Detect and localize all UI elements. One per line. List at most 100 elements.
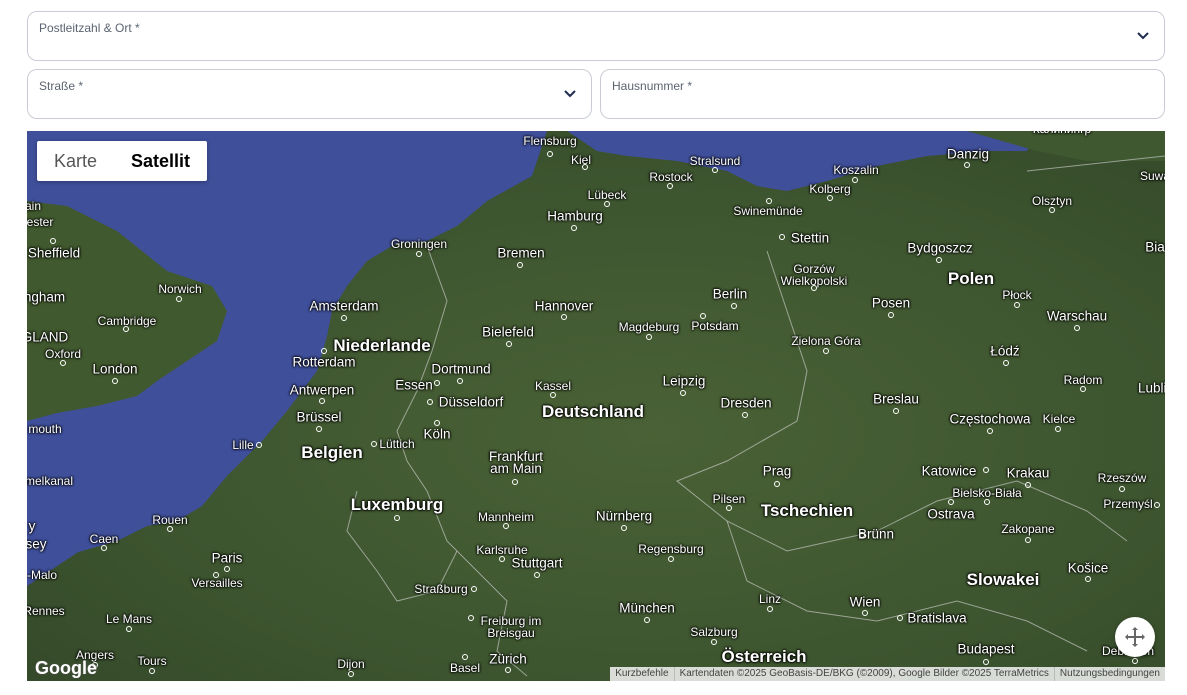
map-label-lille: Lille: [232, 438, 254, 452]
fullscreen-button[interactable]: [1115, 617, 1155, 657]
map-label-dresden: Dresden: [720, 395, 772, 411]
map-label-versailles: Versailles: [191, 576, 243, 590]
house-number-field[interactable]: Hausnummer *: [600, 69, 1165, 119]
map-label-posen: Posen: [871, 295, 911, 311]
map-label-tschechien: Tschechien: [760, 501, 854, 520]
city-marker-cambridge: [123, 326, 129, 332]
city-marker-duesseldorf: [427, 399, 433, 405]
city-marker-oxford: [60, 360, 66, 366]
map-label-deutschland: Deutschland: [541, 402, 645, 421]
map-label-dortmund: Dortmund: [431, 361, 491, 377]
map-label-bielefeld: Bielefeld: [482, 324, 534, 340]
map-label-warschau: Warschau: [1046, 308, 1108, 324]
map-label-slowakei: Slowakei: [966, 570, 1040, 589]
city-marker-strassburg: [471, 586, 477, 592]
city-marker-basel: [462, 654, 468, 660]
fullscreen-icon: [1125, 627, 1145, 647]
map-label-kosice: Košice: [1067, 560, 1109, 576]
city-marker-stralsund: [712, 167, 718, 173]
city-marker-essen: [434, 380, 440, 386]
map-label-mannheim: Mannheim: [477, 510, 535, 524]
map-label-stuttgart: Stuttgart: [511, 555, 563, 571]
chevron-down-icon[interactable]: [563, 89, 577, 99]
city-marker-regensburg: [668, 556, 674, 562]
map[interactable]: Karte Satellit Flensburg Kiel Stralsund Kos…: [27, 131, 1165, 681]
city-marker-hamburg: [571, 225, 577, 231]
map-label-y: y: [28, 518, 36, 534]
map-label-kaliningrad: Калинингр: [1033, 131, 1091, 136]
map-label-bratislava: Bratislava: [907, 610, 967, 626]
map-label-ostrava: Ostrava: [927, 506, 975, 522]
city-marker-versailles: [213, 572, 219, 578]
map-label-rostock: Rostock: [649, 170, 693, 184]
map-label-antwerpen: Antwerpen: [289, 382, 355, 398]
map-label-luettich: Lüttich: [379, 437, 415, 451]
map-label-london: London: [92, 361, 138, 377]
map-label-regensburg: Regensburg: [638, 542, 704, 556]
postal-city-field[interactable]: Postleitzahl & Ort *: [27, 11, 1165, 61]
city-marker-kielce: [1055, 426, 1061, 432]
terms-link[interactable]: Nutzungsbedingungen: [1053, 667, 1165, 681]
map-label-kielce: Kielce: [1042, 412, 1076, 426]
city-marker-salzburg: [711, 639, 717, 645]
google-logo: Google: [35, 658, 97, 678]
map-label-radom: Radom: [1063, 373, 1103, 387]
map-label-mouth: mouth: [28, 422, 62, 436]
city-marker-bruenn: [859, 532, 865, 538]
city-marker-dresden: [742, 412, 748, 418]
city-marker-koeln: [434, 420, 440, 426]
map-label-kiel: Kiel: [570, 153, 592, 167]
postal-city-label: Postleitzahl & Ort *: [39, 21, 140, 35]
map-label-leipzig: Leipzig: [662, 373, 706, 389]
city-marker-rouen: [167, 526, 173, 532]
keyboard-shortcuts-link[interactable]: Kurzbefehle: [610, 667, 673, 681]
map-type-karte-button[interactable]: Karte: [37, 141, 114, 181]
city-marker-zakopane: [1025, 537, 1031, 543]
city-marker-paris: [224, 566, 230, 572]
map-label-budapest: Budapest: [957, 641, 1015, 657]
city-marker-debrecen: [1132, 658, 1138, 664]
map-label-melkanal: melkanal: [27, 474, 74, 488]
map-type-satellit-button[interactable]: Satellit: [114, 141, 207, 181]
city-marker-gorzow: [811, 285, 817, 291]
map-label-niederlande: Niederlande: [333, 336, 431, 355]
city-marker-stettin: [779, 234, 785, 240]
map-label-katowice: Katowice: [921, 463, 977, 479]
city-marker-mannheim: [503, 523, 509, 529]
map-label-malo: -Malo: [27, 568, 58, 582]
map-label-lemans: Le Mans: [105, 612, 153, 626]
city-marker-lemans: [126, 626, 132, 632]
map-label-koszalin: Koszalin: [833, 163, 879, 177]
street-input[interactable]: [39, 93, 551, 111]
street-field[interactable]: Straße *: [27, 69, 592, 119]
map-label-krakau: Krakau: [1006, 465, 1050, 481]
map-label-norwich: Norwich: [158, 282, 202, 296]
map-label-ester: ester: [27, 215, 54, 229]
map-label-caen: Caen: [89, 532, 119, 546]
map-label-stettin: Stettin: [790, 230, 830, 246]
map-label-duesseldorf: Düsseldorf: [438, 394, 504, 410]
city-marker-olsztyn: [1049, 207, 1055, 213]
city-marker-stuttgart: [534, 572, 540, 578]
map-label-paris: Paris: [211, 550, 243, 566]
map-label-rzeszow: Rzeszów: [1097, 471, 1147, 485]
map-label-rouen: Rouen: [152, 513, 188, 527]
city-marker-kassel: [550, 392, 556, 398]
map-label-muenchen: München: [619, 600, 675, 616]
house-number-label: Hausnummer *: [612, 79, 693, 93]
map-label-rennes: Rennes: [27, 604, 65, 618]
map-label-ain: ain: [27, 199, 42, 213]
city-marker-plock: [1014, 302, 1020, 308]
house-number-input[interactable]: [612, 93, 1124, 111]
map-label-ingham: ingham: [27, 289, 66, 305]
map-label-zuerich: Zürich: [489, 651, 527, 667]
city-marker-bruessel: [316, 426, 322, 432]
city-marker-budapest: [983, 659, 989, 665]
city-marker-bremen: [517, 262, 523, 268]
postal-city-input[interactable]: [39, 35, 1124, 53]
chevron-down-icon[interactable]: [1136, 31, 1150, 41]
map-label-essen: Essen: [395, 377, 433, 393]
map-label-zakopane: Zakopane: [1001, 522, 1055, 536]
map-label-frankfurt: Frankfurt am Main: [488, 449, 544, 476]
city-marker-frankfurt: [512, 479, 518, 485]
